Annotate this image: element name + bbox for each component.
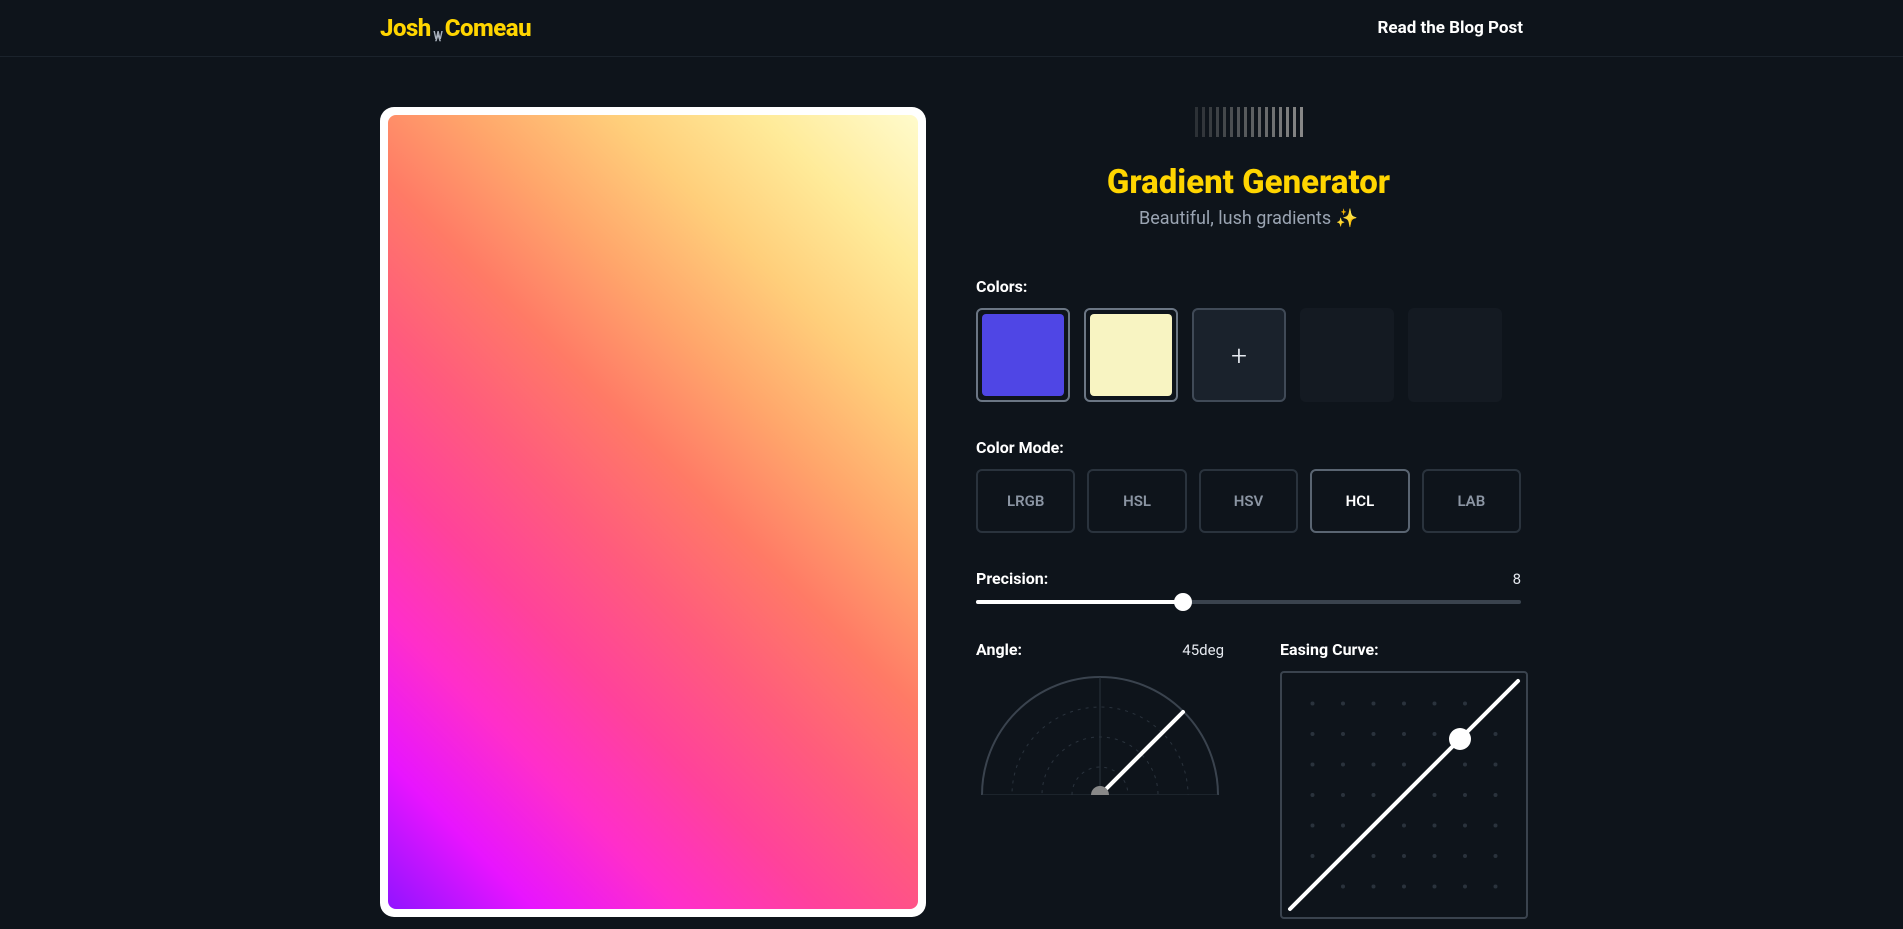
easing-label: Easing Curve: bbox=[1280, 640, 1379, 659]
precision-slider-handle[interactable] bbox=[1174, 593, 1192, 611]
gradient-preview bbox=[388, 115, 918, 909]
color-swatch-2[interactable] bbox=[1084, 308, 1178, 402]
controls-panel: Gradient Generator Beautiful, lush gradi… bbox=[976, 107, 1521, 919]
angle-value: 45deg bbox=[1182, 641, 1224, 659]
mode-button-hcl[interactable]: HCL bbox=[1310, 469, 1409, 533]
page-title: Gradient Generator bbox=[976, 163, 1521, 202]
color-mode-row: LRGBHSLHSVHCLLAB bbox=[976, 469, 1521, 533]
logo[interactable]: Josh W ∧ Comeau bbox=[380, 14, 531, 42]
logo-text-comeau: Comeau bbox=[445, 14, 531, 42]
mode-button-hsv[interactable]: HSV bbox=[1199, 469, 1298, 533]
color-swatch-empty bbox=[1408, 308, 1502, 402]
color-swatch-empty bbox=[1300, 308, 1394, 402]
plus-icon: + bbox=[1231, 339, 1247, 372]
color-swatches: + bbox=[976, 308, 1521, 402]
easing-curve-editor[interactable] bbox=[1280, 671, 1528, 919]
gradient-preview-frame bbox=[380, 107, 926, 917]
mode-button-lrgb[interactable]: LRGB bbox=[976, 469, 1075, 533]
header: Josh W ∧ Comeau Read the Blog Post bbox=[0, 0, 1903, 57]
precision-value: 8 bbox=[1513, 570, 1521, 588]
angle-label: Angle: bbox=[976, 640, 1022, 659]
add-color-button[interactable]: + bbox=[1192, 308, 1286, 402]
blog-post-link[interactable]: Read the Blog Post bbox=[1378, 18, 1523, 38]
angle-picker[interactable] bbox=[976, 671, 1224, 795]
mode-button-hsl[interactable]: HSL bbox=[1087, 469, 1186, 533]
mode-button-lab[interactable]: LAB bbox=[1422, 469, 1521, 533]
color-swatch-1[interactable] bbox=[976, 308, 1070, 402]
precision-slider[interactable] bbox=[976, 600, 1521, 604]
page-subtitle: Beautiful, lush gradients ✨ bbox=[976, 208, 1521, 229]
gradient-bars-icon bbox=[976, 107, 1521, 137]
colors-label: Colors: bbox=[976, 277, 1521, 296]
precision-label: Precision: bbox=[976, 569, 1048, 588]
logo-caret-icon: ∧ bbox=[434, 31, 442, 44]
color-mode-label: Color Mode: bbox=[976, 438, 1521, 457]
logo-text-josh: Josh bbox=[380, 14, 431, 42]
